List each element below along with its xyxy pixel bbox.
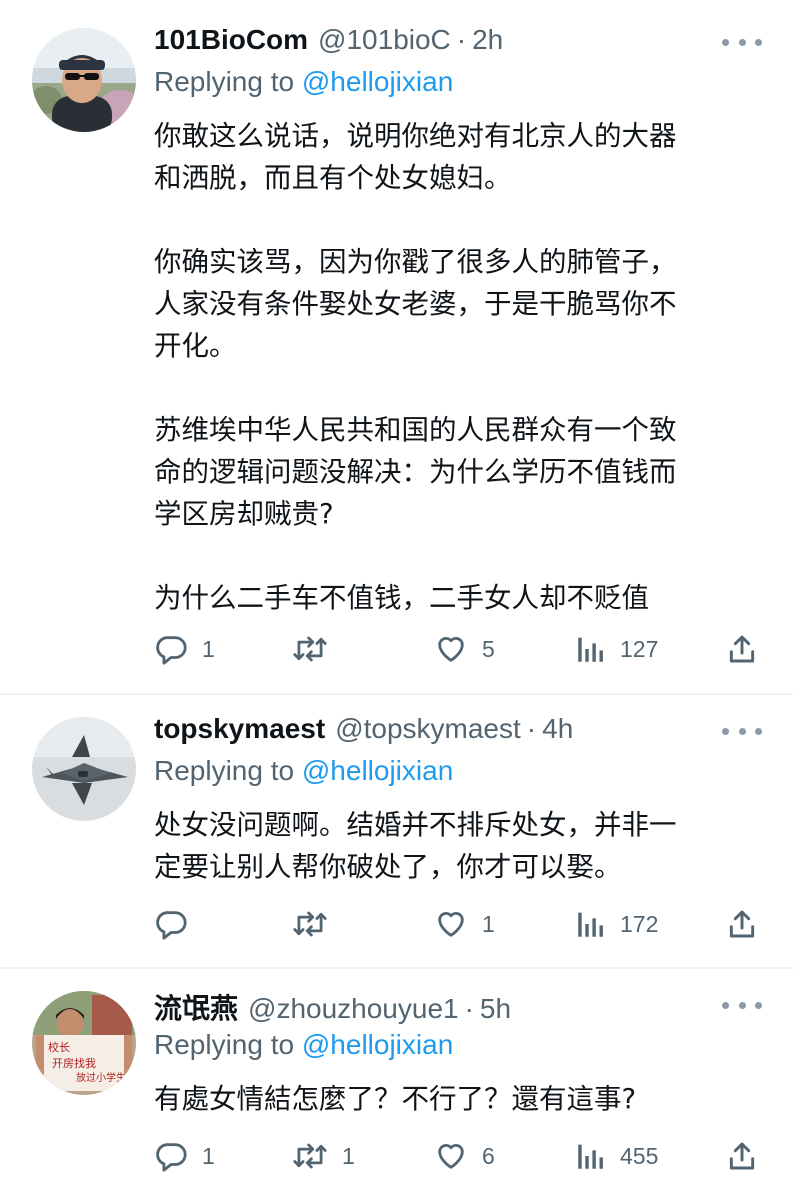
tweet-text-line <box>154 199 754 241</box>
user-handle[interactable]: @zhouzhouyue1 <box>248 993 459 1025</box>
replying-to-label: Replying to <box>154 66 295 97</box>
replying-to-label: Replying to <box>154 1029 295 1060</box>
reply-icon <box>156 1143 187 1172</box>
reply-icon <box>156 636 187 665</box>
avatar[interactable] <box>32 28 136 132</box>
tweet-text: 处女没问题啊。结婚并不排斥处女，并非一 定要让别人帮你破处了，你才可以娶。 <box>154 804 754 888</box>
replying-to: Replying to @hellojixian <box>154 755 453 787</box>
avatar-image: 校长 开房找我 放过小学生 <box>32 991 136 1095</box>
tweet-3[interactable]: 校长 开房找我 放过小学生 流氓燕 @zhouzhouyue1 · 5h Rep… <box>0 969 793 1200</box>
tweet-1[interactable]: 101BioCom @101bioC · 2h Replying to @hel… <box>0 0 793 693</box>
display-name[interactable]: 流氓燕 <box>154 987 238 1027</box>
timestamp[interactable]: 4h <box>542 713 573 745</box>
tweet-text-line: 处女没问题啊。结婚并不排斥处女，并非一 <box>154 809 677 841</box>
retweet-icon <box>293 636 327 662</box>
view-count: 127 <box>620 635 659 662</box>
action-bar: 1 1 6 455 <box>154 1136 764 1176</box>
separator-dot: · <box>464 993 474 1024</box>
tweet-text-line: 你敢这么说话，说明你绝对有北京人的大器 <box>154 120 677 152</box>
replying-to-mention[interactable]: @hellojixian <box>302 66 453 97</box>
svg-text:开房找我: 开房找我 <box>52 1056 96 1070</box>
analytics-icon <box>578 637 603 662</box>
separator-dot: · <box>456 24 467 55</box>
tweet-header: 流氓燕 @zhouzhouyue1 · 5h <box>154 987 511 1027</box>
replying-to-label: Replying to <box>154 755 295 786</box>
display-name[interactable]: 101BioCom <box>154 24 308 56</box>
share-icon <box>729 635 755 663</box>
replying-to: Replying to @hellojixian <box>154 1029 453 1061</box>
retweet-button[interactable]: 1 <box>292 1136 355 1176</box>
user-handle[interactable]: @101bioC <box>318 24 451 56</box>
avatar-image <box>32 28 136 132</box>
tweet-text-line: 定要让别人帮你破处了，你才可以娶。 <box>154 851 622 883</box>
replying-to-mention[interactable]: @hellojixian <box>302 755 453 786</box>
reply-button[interactable] <box>154 904 202 944</box>
views-button[interactable]: 172 <box>576 904 658 944</box>
svg-text:校长: 校长 <box>48 1040 70 1054</box>
tweet-header: 101BioCom @101bioC · 2h <box>154 24 503 64</box>
replying-to: Replying to @hellojixian <box>154 66 453 98</box>
tweet-text-line: 人家没有条件娶处女老婆，于是干脆骂你不 <box>154 288 677 320</box>
tweet-text-line <box>154 535 754 577</box>
analytics-icon <box>578 1144 603 1169</box>
retweet-icon <box>293 1143 327 1169</box>
share-icon <box>729 910 755 938</box>
share-button[interactable] <box>726 904 758 944</box>
reply-icon <box>156 911 187 940</box>
like-count: 5 <box>482 635 495 662</box>
tweet-text-line: 开化。 <box>154 330 237 362</box>
replying-to-mention[interactable]: @hellojixian <box>302 1029 453 1060</box>
reply-count: 1 <box>202 635 215 662</box>
retweet-count: 1 <box>342 1142 355 1169</box>
like-button[interactable]: 5 <box>434 629 495 669</box>
tweet-text-line: 和洒脱，而且有个处女媳妇。 <box>154 162 512 194</box>
timestamp[interactable]: 2h <box>472 24 503 56</box>
heart-icon <box>438 912 464 937</box>
tweet-text-line: 为什么二手车不值钱，二手女人却不贬值 <box>154 582 649 614</box>
views-button[interactable]: 127 <box>576 629 658 669</box>
tweet-2[interactable]: topskymaest @topskymaest · 4h Replying t… <box>0 695 793 967</box>
view-count: 455 <box>620 1142 659 1169</box>
avatar[interactable]: 校长 开房找我 放过小学生 <box>32 991 136 1095</box>
tweet-header: topskymaest @topskymaest · 4h <box>154 713 573 753</box>
avatar[interactable] <box>32 717 136 821</box>
reply-button[interactable]: 1 <box>154 1136 215 1176</box>
action-bar: 1 172 <box>154 904 764 944</box>
tweet-text: 你敢这么说话，说明你绝对有北京人的大器 和洒脱，而且有个处女媳妇。 你确实该骂，… <box>154 115 754 619</box>
retweet-icon <box>293 911 327 937</box>
tweet-text-line: 你确实该骂，因为你戳了很多人的肺管子， <box>154 246 677 278</box>
more-options-icon[interactable] <box>722 721 762 741</box>
view-count: 172 <box>620 910 659 937</box>
tweet-text: 有處女情結怎麼了？不行了？還有這事? <box>154 1078 754 1120</box>
share-button[interactable] <box>726 629 758 669</box>
tweet-text-line: 有處女情結怎麼了？不行了？還有這事? <box>154 1083 637 1115</box>
heart-icon <box>438 1144 464 1169</box>
tweet-text-line: 苏维埃中华人民共和国的人民群众有一个致 <box>154 414 677 446</box>
like-button[interactable]: 1 <box>434 904 495 944</box>
svg-text:放过小学生: 放过小学生 <box>76 1071 126 1084</box>
action-bar: 1 5 127 <box>154 629 764 669</box>
retweet-button[interactable] <box>292 904 342 944</box>
heart-icon <box>438 637 464 662</box>
separator-dot: · <box>526 713 537 744</box>
tweet-text-line <box>154 367 754 409</box>
user-handle[interactable]: @topskymaest <box>335 713 521 745</box>
views-button[interactable]: 455 <box>576 1136 658 1176</box>
like-button[interactable]: 6 <box>434 1136 495 1176</box>
display-name[interactable]: topskymaest <box>154 713 325 745</box>
retweet-button[interactable] <box>292 629 342 669</box>
like-count: 6 <box>482 1142 495 1169</box>
more-options-icon[interactable] <box>722 995 762 1015</box>
more-options-icon[interactable] <box>722 32 762 52</box>
share-icon <box>729 1142 755 1170</box>
analytics-icon <box>578 912 603 937</box>
timestamp[interactable]: 5h <box>480 993 511 1025</box>
like-count: 1 <box>482 910 495 937</box>
tweet-text-line: 命的逻辑问题没解决：为什么学历不值钱而 <box>154 456 677 488</box>
avatar-image <box>32 717 136 821</box>
tweet-text-line: 学区房却贼贵? <box>154 498 334 530</box>
reply-button[interactable]: 1 <box>154 629 215 669</box>
reply-count: 1 <box>202 1142 215 1169</box>
share-button[interactable] <box>726 1136 758 1176</box>
